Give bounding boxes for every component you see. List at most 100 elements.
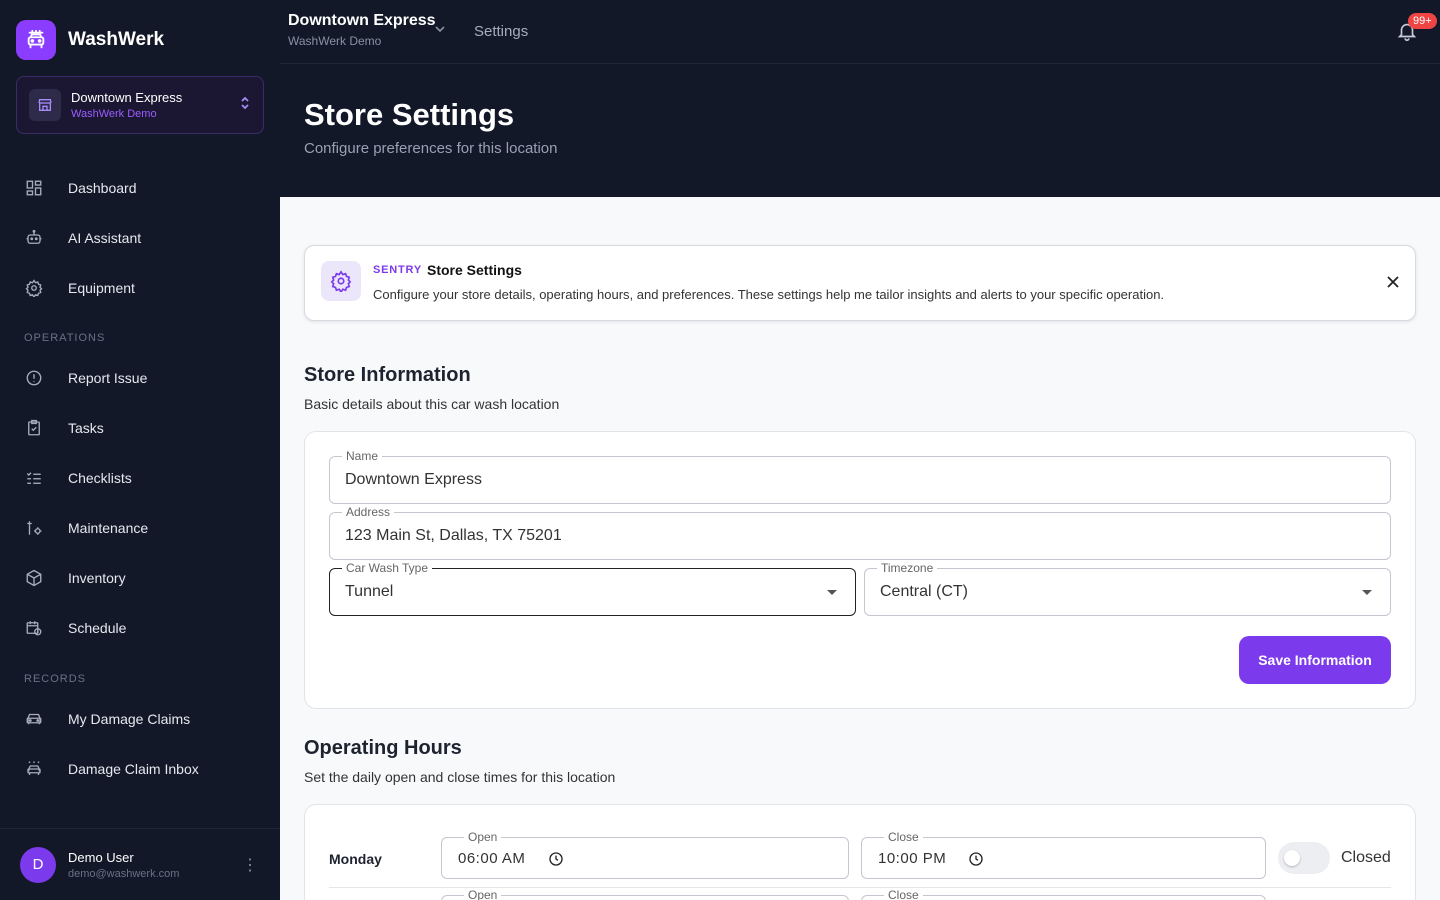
- timezone-select[interactable]: Timezone Central (CT): [864, 561, 1391, 616]
- page-header: Store Settings Configure preferences for…: [280, 64, 1440, 197]
- sidebar-item-equipment[interactable]: Equipment: [24, 270, 264, 306]
- page-title: Store Settings: [304, 97, 515, 132]
- top-bar: Downtown Express WashWerk Demo Settings …: [280, 0, 1440, 64]
- more-vertical-icon[interactable]: ⋮: [240, 855, 260, 875]
- car-icon: [24, 709, 44, 729]
- sidebar-item-label: Inventory: [68, 570, 126, 586]
- car-wash-type-value: Tunnel: [345, 583, 394, 600]
- topbar-store-switcher[interactable]: Downtown Express WashWerk Demo: [288, 12, 436, 48]
- sidebar-item-label: Damage Claim Inbox: [68, 761, 199, 777]
- sidebar-item-my-damage-claims[interactable]: My Damage Claims: [24, 701, 264, 737]
- sidebar-item-damage-claim-inbox[interactable]: Damage Claim Inbox: [24, 751, 264, 787]
- sidebar-item-label: Equipment: [68, 280, 135, 296]
- main-content: SENTRY Store Settings Configure your sto…: [280, 197, 1440, 900]
- sidebar-item-schedule[interactable]: Schedule: [24, 610, 264, 646]
- toggle-knob: [1284, 850, 1300, 866]
- close-time-input[interactable]: Close 10:00 PM: [861, 830, 1266, 879]
- field-label: Name: [342, 449, 383, 463]
- app-root: WashWerk Downtown Express WashWerk Demo …: [0, 0, 1440, 900]
- alert-title: Store Settings: [427, 262, 522, 278]
- checklist-icon: [24, 468, 44, 488]
- field-label: Address: [342, 505, 395, 519]
- section-title-operating-hours: Operating Hours: [304, 737, 462, 759]
- user-name: Demo User: [68, 849, 134, 865]
- sidebar-item-report-issue[interactable]: Report Issue: [24, 360, 264, 396]
- clock-icon[interactable]: [968, 851, 984, 872]
- save-information-button[interactable]: Save Information: [1239, 636, 1391, 684]
- sidebar-item-inventory[interactable]: Inventory: [24, 560, 264, 596]
- alert-circle-icon: [24, 368, 44, 388]
- dropdown-arrow-icon: [1362, 590, 1372, 595]
- store-selector[interactable]: Downtown Express WashWerk Demo: [16, 76, 264, 134]
- sidebar-item-label: Tasks: [68, 420, 104, 436]
- sidebar-item-maintenance[interactable]: Maintenance: [24, 510, 264, 546]
- open-time-input[interactable]: Open 06:00 AM: [441, 830, 849, 879]
- closed-toggle[interactable]: [1278, 842, 1330, 874]
- gear-icon: [24, 278, 44, 298]
- clock-icon[interactable]: [548, 851, 564, 872]
- page-subtitle: Configure preferences for this location: [304, 140, 558, 157]
- gear-icon: [321, 261, 361, 301]
- user-email: demo@washwerk.com: [68, 867, 180, 880]
- close-icon[interactable]: [1383, 272, 1403, 292]
- sidebar-item-label: My Damage Claims: [68, 711, 191, 727]
- sidebar-item-label: Report Issue: [68, 370, 148, 386]
- day-label: Monday: [329, 851, 382, 867]
- section-title-store-info: Store Information: [304, 364, 471, 386]
- sidebar-item-label: Maintenance: [68, 520, 149, 536]
- sidebar-item-label: Checklists: [68, 470, 132, 486]
- timezone-value: Central (CT): [880, 583, 969, 600]
- car-wash-logo-icon: [16, 20, 56, 60]
- box-icon: [24, 568, 44, 588]
- alert-tag: SENTRY: [373, 264, 423, 276]
- section-subtitle-operating-hours: Set the daily open and close times for t…: [304, 769, 616, 785]
- field-label: Car Wash Type: [342, 561, 433, 575]
- dashboard-icon: [24, 178, 44, 198]
- sidebar-item-ai-assistant[interactable]: AI Assistant: [24, 220, 264, 256]
- car-wash-icon: [24, 759, 44, 779]
- store-selector-name: Downtown Express: [71, 90, 183, 105]
- store-name-value: Downtown Express: [345, 471, 482, 488]
- brand[interactable]: WashWerk: [16, 20, 164, 60]
- topbar-store-name: Downtown Express: [288, 12, 436, 29]
- operating-hours-card: Monday Open 06:00 AM Close 10:00 PM Clos…: [304, 804, 1416, 900]
- sidebar-item-dashboard[interactable]: Dashboard: [24, 170, 264, 206]
- section-records-header: RECORDS: [24, 673, 87, 685]
- sidebar-item-label: AI Assistant: [68, 230, 142, 246]
- field-label: Open: [464, 888, 502, 900]
- store-name-field[interactable]: Name Downtown Express: [329, 449, 1391, 504]
- avatar: D: [20, 846, 56, 883]
- car-wash-type-select[interactable]: Car Wash Type Tunnel: [329, 561, 856, 616]
- field-label: Close: [884, 888, 923, 900]
- sidebar-item-checklists[interactable]: Checklists: [24, 460, 264, 496]
- dropdown-arrow-icon: [827, 590, 837, 595]
- topbar-org-name: WashWerk Demo: [288, 34, 382, 48]
- clipboard-check-icon: [24, 418, 44, 438]
- calendar-clock-icon: [24, 618, 44, 638]
- sidebar-item-tasks[interactable]: Tasks: [24, 410, 264, 446]
- close-time-input[interactable]: Close: [861, 888, 1266, 900]
- field-label: Timezone: [877, 561, 938, 575]
- sidebar: WashWerk Downtown Express WashWerk Demo …: [0, 0, 280, 900]
- store-icon: [29, 89, 61, 121]
- sidebar-item-label: Dashboard: [68, 180, 137, 196]
- breadcrumb-settings[interactable]: Settings: [474, 23, 528, 40]
- notification-badge: 99+: [1408, 13, 1437, 29]
- chevron-down-icon[interactable]: [434, 22, 446, 40]
- field-label: Close: [884, 830, 923, 844]
- sidebar-item-label: Schedule: [68, 620, 127, 636]
- address-field[interactable]: Address 123 Main St, Dallas, TX 75201: [329, 505, 1391, 560]
- open-time-input[interactable]: Open: [441, 888, 849, 900]
- store-info-card: Name Downtown Express Address 123 Main S…: [304, 431, 1416, 709]
- wrench-icon: [24, 518, 44, 538]
- field-label: Open: [464, 830, 502, 844]
- brand-name: WashWerk: [68, 29, 165, 50]
- user-profile[interactable]: D Demo User demo@washwerk.com ⋮: [0, 828, 280, 900]
- store-selector-org: WashWerk Demo: [71, 108, 157, 120]
- chevron-updown-icon: [239, 95, 251, 116]
- section-subtitle-store-info: Basic details about this car wash locati…: [304, 396, 560, 412]
- alert-text: Configure your store details, operating …: [373, 287, 1165, 302]
- robot-icon: [24, 228, 44, 248]
- sentry-alert: SENTRY Store Settings Configure your sto…: [304, 245, 1416, 321]
- address-value: 123 Main St, Dallas, TX 75201: [345, 527, 562, 544]
